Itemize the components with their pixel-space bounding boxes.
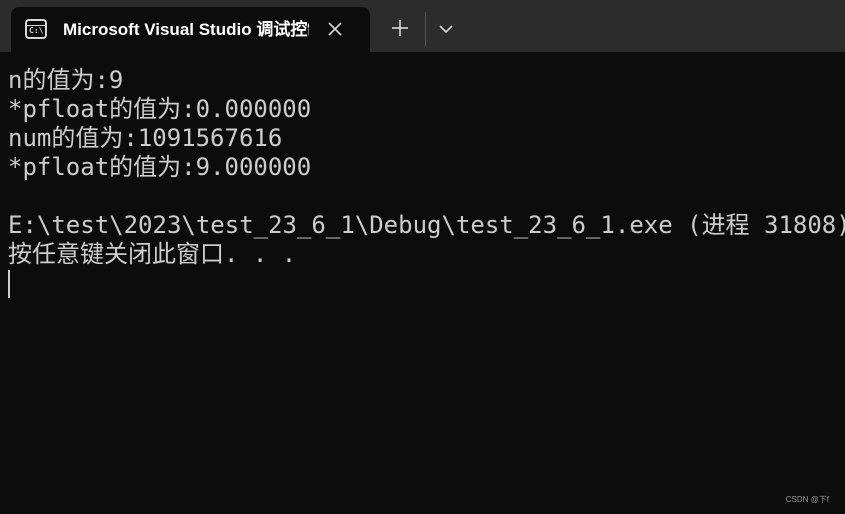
title-bar: C:\ Microsoft Visual Studio 调试控制台 [0,0,845,52]
terminal-icon-text: C:\ [29,26,44,35]
console-output[interactable]: n的值为:9 *pfloat的值为:0.000000 num的值为:109156… [0,52,845,514]
console-line: E:\test\2023\test_23_6_1\Debug\test_23_6… [8,211,845,239]
tab-debug-console[interactable]: C:\ Microsoft Visual Studio 调试控制台 [11,7,370,52]
terminal-icon: C:\ [25,19,47,39]
profile-dropdown-button[interactable] [435,18,457,40]
tab-title: Microsoft Visual Studio 调试控制台 [63,20,309,39]
chevron-down-icon [439,25,453,34]
console-line: num的值为:1091567616 [8,124,283,152]
text-cursor [8,270,10,298]
close-icon[interactable] [325,19,345,39]
tab-separator [425,12,426,46]
console-line: *pfloat的值为:9.000000 [8,153,312,181]
new-tab-button[interactable] [387,15,413,41]
plus-icon [392,20,408,36]
console-line: *pfloat的值为:0.000000 [8,95,312,123]
terminal-window: C:\ Microsoft Visual Studio 调试控制台 n的值为:9 [0,0,845,514]
close-icon-glyph [328,22,342,36]
console-line: 按任意键关闭此窗口. . . [8,240,297,268]
console-line: n的值为:9 [8,66,124,94]
watermark: CSDN @下f [785,495,829,504]
